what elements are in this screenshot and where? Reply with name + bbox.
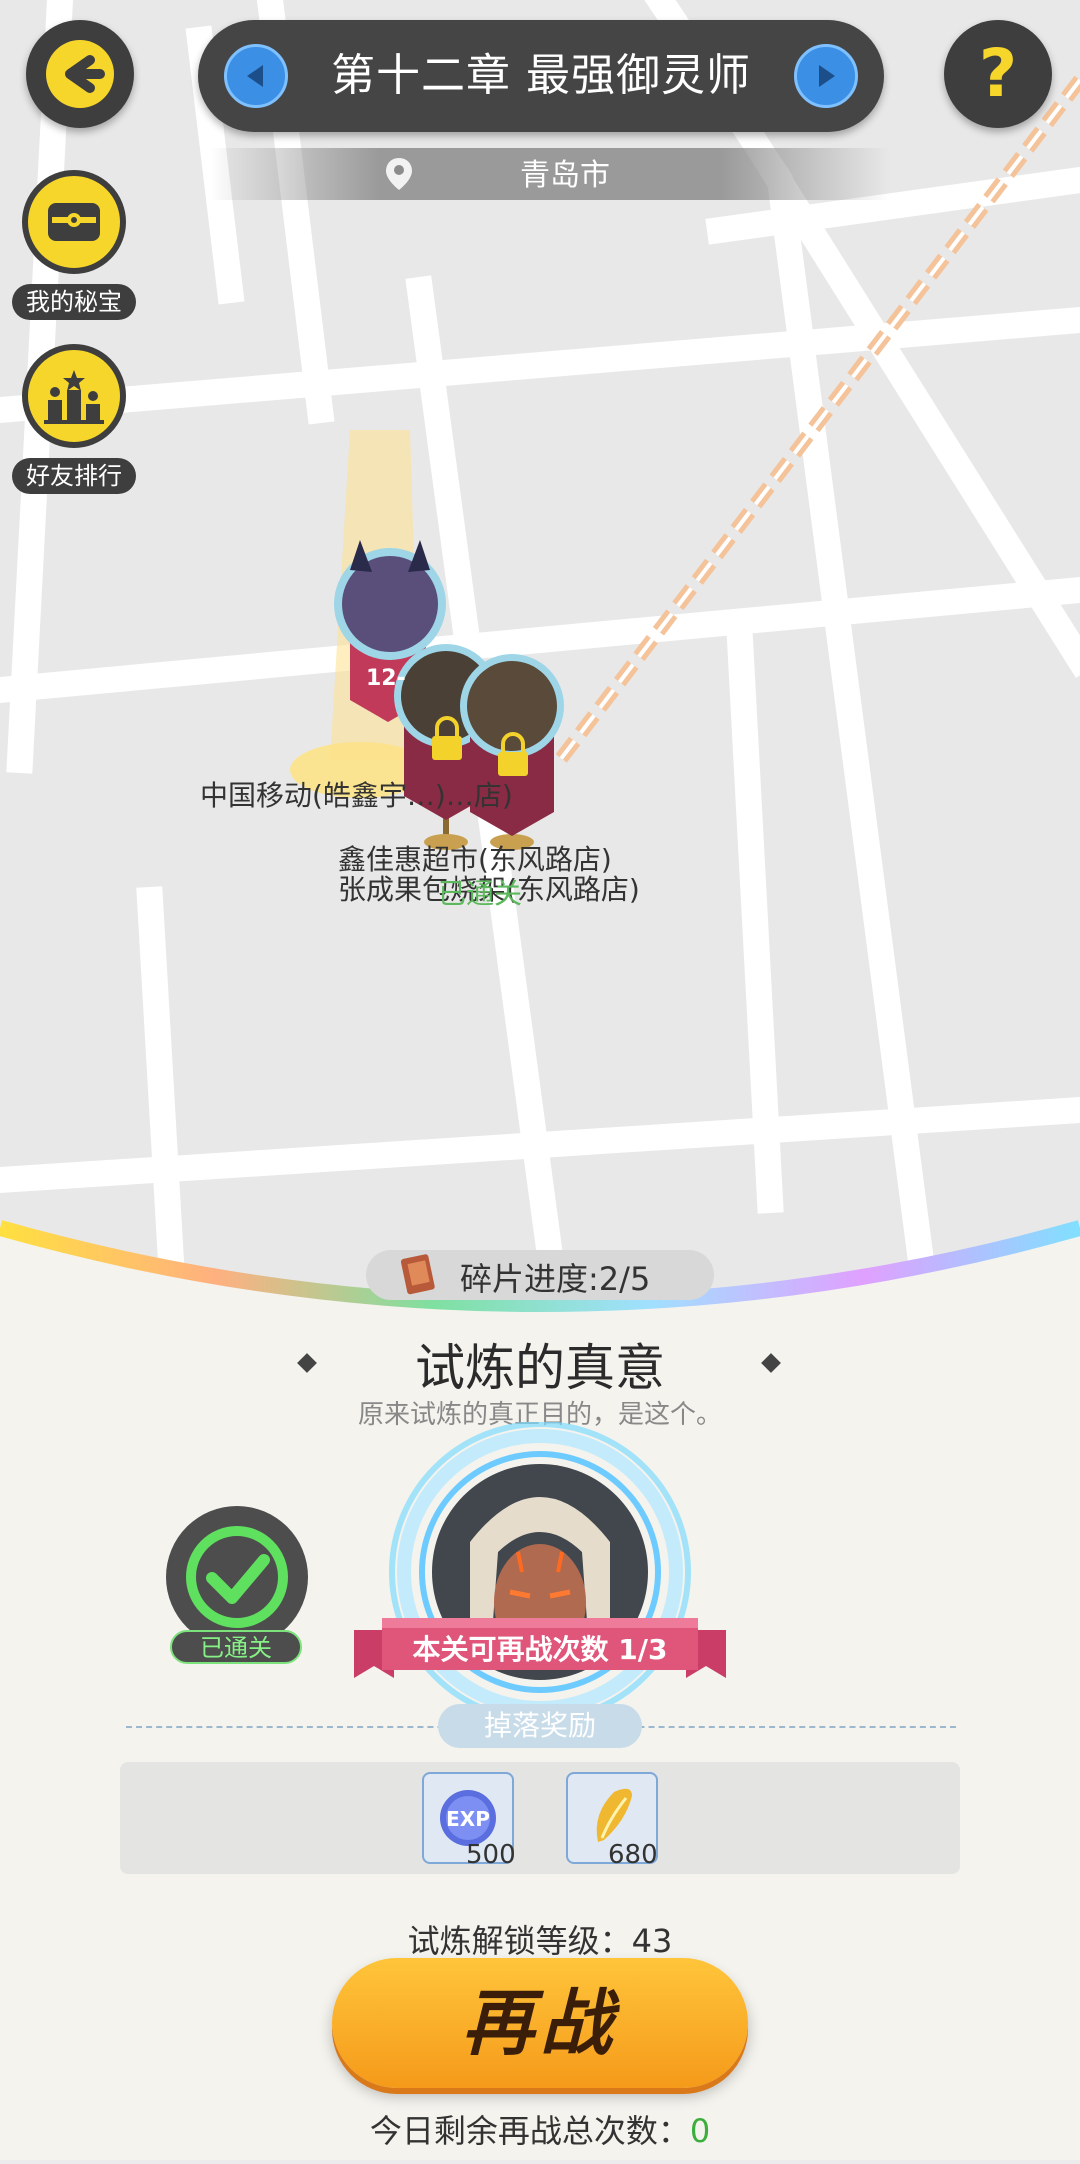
sidebar-item-label: 我的秘宝 [12,284,136,320]
friend-ranking-button[interactable] [22,344,126,448]
podium-icon [44,370,104,424]
stage-title: 试炼的真意 [415,1339,665,1397]
exp-orb-text: EXP [446,1807,490,1831]
replay-button[interactable]: 再战 [332,1958,748,2088]
chapter-selector: 第十二章 最强御灵师 [198,20,884,132]
question-icon: ? [979,38,1017,110]
reward-count: 500 [466,1840,516,1870]
my-treasure-button[interactable] [22,170,126,274]
cleared-badge [166,1506,308,1648]
reward-list [120,1762,960,1874]
fragment-progress-value: 2/5 [598,1260,651,1298]
next-chapter-button[interactable] [794,44,858,108]
replay-button-label: 再战 [461,1981,618,2065]
triangle-right-icon [819,65,835,87]
unlock-level-text: 试炼解锁等级：43 [407,1922,673,1960]
svg-text:?: ? [979,38,1017,110]
chapter-title: 第十二章 最强御灵师 [331,50,751,101]
map-cleared-label: 已通关 [438,877,523,910]
drop-rewards-label: 掉落奖励 [438,1704,642,1748]
treasure-chest-icon [48,203,100,241]
map-location-label[interactable]: 中国移动(皓鑫宇…)…店) [200,774,513,814]
fragment-progress-label: 碎片进度: [460,1260,599,1298]
help-button[interactable]: ? [944,20,1052,128]
remaining-replays-label: 今日剩余再战总次数： [369,2112,690,2150]
retry-count-text: 本关可再战次数 1/3 [412,1633,668,1666]
back-button[interactable] [26,20,134,128]
remaining-replays: 今日剩余再战总次数：0 [0,2106,1080,2152]
arrow-left-icon [46,40,114,108]
reward-count: 680 [608,1840,658,1870]
fragment-progress-text: 碎片进度:2/5 [460,1254,650,1300]
location-pin-icon [386,158,412,190]
map-pin-stage-number: 12- [366,666,406,691]
city-name: 青岛市 [520,158,610,193]
sidebar-item-label: 好友排行 [12,458,136,494]
fragment-card-icon [400,1254,435,1295]
remaining-replays-value: 0 [689,2112,711,2150]
cleared-label: 已通关 [170,1630,302,1664]
checkmark-icon [186,1526,288,1628]
